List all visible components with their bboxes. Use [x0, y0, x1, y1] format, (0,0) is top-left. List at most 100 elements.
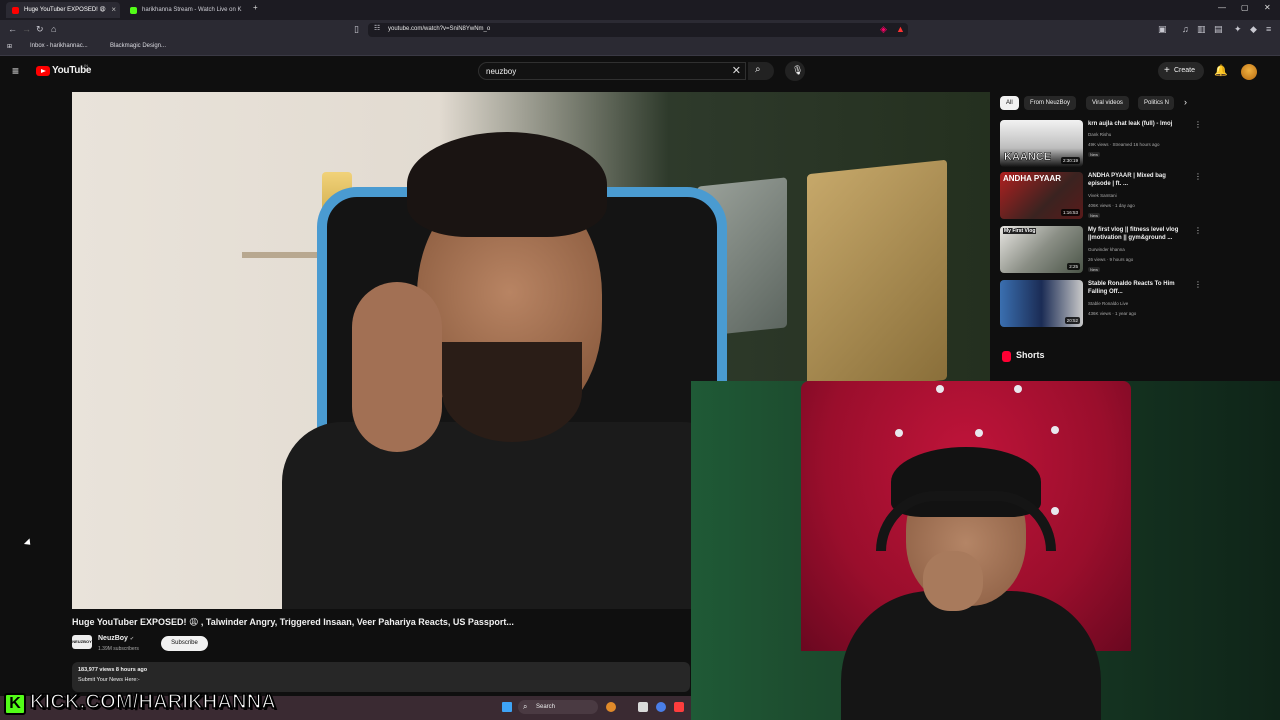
recommendation-channel: Stable Ronaldo Live — [1088, 301, 1129, 306]
recommendation-item[interactable]: My First Vlog 2:25 My first vlog || fitn… — [1000, 226, 1202, 276]
home-icon[interactable]: ⌂ — [51, 24, 56, 34]
streamer-hand — [923, 551, 983, 611]
taskbar-app-icon[interactable] — [656, 702, 666, 712]
new-badge: New — [1088, 267, 1101, 272]
apps-grid-icon[interactable]: ⊞ — [7, 43, 12, 50]
recommendation-item[interactable]: ANDHA PYAAR 1:16:53 ANDHA PYAAR | Mixed … — [1000, 172, 1202, 222]
search-input[interactable]: neuzboy ✕ — [478, 62, 746, 80]
chair-stud — [1051, 426, 1059, 434]
more-options-icon[interactable]: ⋮ — [1194, 120, 1202, 129]
chair-stud — [1051, 507, 1059, 515]
duration-badge: 2:25 — [1067, 263, 1080, 270]
search-button[interactable]: ⌕ — [748, 62, 774, 80]
chair-stud — [1014, 385, 1022, 393]
back-icon[interactable]: ← — [8, 24, 17, 34]
extensions-icon[interactable]: ▣ — [1158, 24, 1167, 35]
taskbar-app-icon[interactable] — [606, 702, 616, 712]
settings-icon[interactable]: ✦ — [1234, 24, 1242, 35]
video-thumbnail[interactable]: 20:52 — [1000, 280, 1083, 327]
taskbar-search-label: Search — [536, 704, 556, 710]
bookmarks-bar: ⊞ Inbox - harikhannac... Blackmagic Desi… — [0, 40, 1280, 56]
sidebar-icon[interactable]: ▥ — [1197, 24, 1206, 35]
taskbar-app-icon[interactable] — [674, 702, 684, 712]
bookmark-blackmagic[interactable]: Blackmagic Design... — [110, 43, 166, 49]
taskbar-app-icon[interactable] — [638, 702, 648, 712]
tab-youtube[interactable]: Huge YouTuber EXPOSED! 😩 × — [6, 2, 120, 18]
new-badge: New — [1088, 213, 1101, 218]
notifications-bell-icon[interactable]: 🔔 — [1214, 64, 1228, 77]
presenter-hair — [407, 132, 607, 237]
maximize-icon[interactable]: ▢ — [1241, 3, 1249, 12]
chip-from-neuzboy[interactable]: From NeuzBoy — [1024, 96, 1077, 110]
shorts-heading: Shorts — [1016, 350, 1045, 360]
views-and-date: 183,977 views 8 hours ago — [78, 667, 148, 673]
search-input-value: neuzboy — [486, 67, 517, 76]
chip-all[interactable]: All — [1000, 96, 1019, 110]
video-thumbnail[interactable]: KAANCE 2:30:19 — [1000, 120, 1083, 167]
close-tab-icon[interactable]: × — [111, 2, 116, 18]
recommendation-item[interactable]: KAANCE 2:30:19 krn aujla chat leak (full… — [1000, 120, 1202, 170]
description-box[interactable]: 183,977 views 8 hours ago Submit Your Ne… — [72, 662, 690, 692]
minimize-icon[interactable]: — — [1218, 3, 1226, 12]
presenter-hoodie — [282, 422, 742, 609]
media-icon[interactable]: ♫ — [1182, 24, 1189, 34]
shorts-icon — [1002, 351, 1011, 362]
presenter-hand — [352, 282, 442, 452]
reload-icon[interactable]: ↻ — [36, 24, 44, 35]
chips-next-icon[interactable]: › — [1184, 97, 1187, 107]
recommendation-channel: Dank Rishu — [1088, 132, 1112, 137]
presenter-beard — [442, 342, 582, 442]
site-info-icon[interactable]: ☷ — [374, 24, 380, 32]
channel-avatar[interactable]: NEUZBOY — [72, 635, 92, 649]
hamburger-menu-icon[interactable]: ≡ — [12, 64, 19, 78]
recommendation-channel: Vivek Samtani — [1088, 193, 1117, 198]
alert-icon[interactable]: ▲ — [896, 24, 905, 34]
thumbnail-text: ANDHA PYAAR — [1003, 174, 1062, 183]
chip-politics[interactable]: Politics N — [1138, 96, 1174, 110]
clear-search-icon[interactable]: ✕ — [732, 64, 741, 77]
kick-url-text: KICK.COM/HARIKHANNA — [29, 690, 277, 714]
subscribe-button[interactable]: Subscribe — [161, 636, 208, 651]
close-window-icon[interactable]: ✕ — [1264, 3, 1271, 12]
bookmark-inbox[interactable]: Inbox - harikhannac... — [30, 43, 88, 49]
plus-icon: + — [1164, 65, 1170, 76]
url-field[interactable]: ☷ youtube.com/watch?v=SniN8YwNm_o — [368, 23, 908, 37]
kick-favicon-icon — [130, 7, 137, 14]
new-tab-button[interactable]: + — [253, 3, 258, 12]
vpn-icon[interactable]: ◆ — [1250, 24, 1257, 35]
microphone-icon: 🎙 — [792, 65, 804, 75]
recommendation-title: ANDHA PYAAR | Mixed bag episode | ft. ..… — [1088, 173, 1166, 187]
headset — [876, 491, 1056, 551]
recommendation-meta: 49K views · Streamed 16 hours ago — [1088, 142, 1160, 147]
voice-search-button[interactable]: 🎙 — [785, 61, 805, 81]
user-avatar[interactable] — [1241, 64, 1257, 80]
channel-name-text: NeuzBoy — [98, 635, 128, 642]
chip-viral-videos[interactable]: Viral videos — [1086, 96, 1129, 110]
video-thumbnail[interactable]: ANDHA PYAAR 1:16:53 — [1000, 172, 1083, 219]
tab-kick[interactable]: harikhanna Stream - Watch Live on K — [124, 2, 248, 18]
recommendation-item[interactable]: 20:52 Stable Ronaldo Reacts To Him Falli… — [1000, 280, 1202, 330]
address-bar-row: ← → ↻ ⌂ ▯ ☷ youtube.com/watch?v=SniN8YwN… — [0, 20, 1280, 40]
search-icon: ⌕ — [755, 64, 761, 75]
more-options-icon[interactable]: ⋮ — [1194, 226, 1202, 235]
recommendation-title: My first vlog || fitness level vlog ||mo… — [1088, 227, 1179, 241]
kick-logo-icon: K — [4, 693, 26, 715]
bookmark-icon[interactable]: ▯ — [354, 24, 359, 35]
recommendation-meta: 26 views · 9 hours ago — [1088, 257, 1134, 262]
description-text: Submit Your News Here:- — [78, 677, 140, 683]
menu-icon[interactable]: ≡ — [1266, 24, 1271, 34]
windows-start-icon[interactable] — [502, 702, 512, 712]
video-thumbnail[interactable]: My First Vlog 2:25 — [1000, 226, 1083, 273]
wallet-icon[interactable]: ▤ — [1214, 24, 1223, 35]
create-button[interactable]: + Create — [1158, 62, 1204, 80]
channel-name[interactable]: NeuzBoy ✔ — [98, 635, 134, 642]
more-options-icon[interactable]: ⋮ — [1194, 280, 1202, 289]
taskbar-search[interactable]: ⌕ Search — [518, 700, 598, 714]
youtube-logo-icon[interactable] — [36, 66, 50, 76]
more-options-icon[interactable]: ⋮ — [1194, 172, 1202, 181]
duration-badge: 2:30:19 — [1060, 157, 1080, 164]
forward-icon[interactable]: → — [22, 24, 31, 34]
shield-icon[interactable]: ◈ — [880, 24, 887, 35]
url-text: youtube.com/watch?v=SniN8YwNm_o — [388, 26, 491, 32]
webcam-overlay — [691, 381, 1280, 720]
